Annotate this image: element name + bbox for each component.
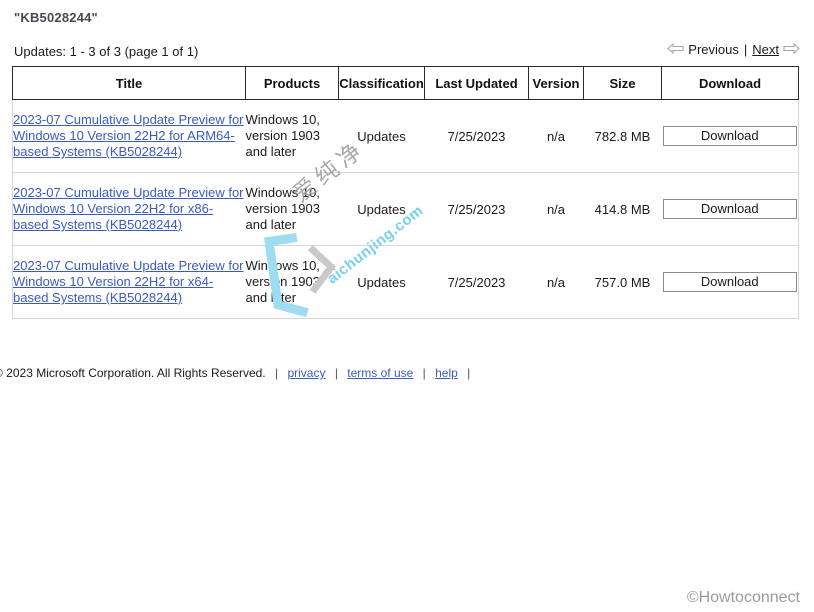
column-header-title[interactable]: Title bbox=[13, 67, 246, 100]
table-header-row: Title Products Classification Last Updat… bbox=[13, 67, 799, 100]
column-header-last-updated[interactable]: Last Updated bbox=[425, 67, 529, 100]
column-header-size[interactable]: Size bbox=[584, 67, 662, 100]
download-button[interactable]: Download bbox=[663, 199, 797, 219]
update-version-cell: n/a bbox=[529, 246, 584, 319]
privacy-link[interactable]: privacy bbox=[287, 366, 325, 380]
updates-count-label: Updates: 1 - 3 of 3 (page 1 of 1) bbox=[14, 44, 198, 59]
update-title-link[interactable]: 2023-07 Cumulative Update Preview for Wi… bbox=[13, 185, 244, 232]
update-download-cell: Download bbox=[662, 173, 799, 246]
footer-separator: | bbox=[329, 366, 344, 380]
update-last-updated-cell: 7/25/2023 bbox=[425, 246, 529, 319]
update-classification-cell: Updates bbox=[339, 246, 425, 319]
column-header-classification[interactable]: Classification bbox=[339, 67, 425, 100]
pagination-controls: Previous | Next bbox=[667, 42, 800, 57]
arrow-left-icon bbox=[667, 43, 684, 56]
update-size-cell: 414.8 MB bbox=[584, 173, 662, 246]
column-header-products[interactable]: Products bbox=[246, 67, 339, 100]
download-button[interactable]: Download bbox=[663, 272, 797, 292]
update-classification-cell: Updates bbox=[339, 100, 425, 173]
update-download-cell: Download bbox=[662, 100, 799, 173]
update-last-updated-cell: 7/25/2023 bbox=[425, 173, 529, 246]
previous-page-link[interactable]: Previous bbox=[688, 42, 739, 57]
update-products-cell: Windows 10, version 1903 and later bbox=[246, 173, 339, 246]
copyright-text: © 2023 Microsoft Corporation. All Rights… bbox=[0, 366, 266, 380]
update-last-updated-cell: 7/25/2023 bbox=[425, 100, 529, 173]
corner-watermark: ©Howtoconnect bbox=[687, 589, 800, 607]
update-classification-cell: Updates bbox=[339, 173, 425, 246]
update-title-cell: 2023-07 Cumulative Update Preview for Wi… bbox=[13, 246, 246, 319]
update-version-cell: n/a bbox=[529, 100, 584, 173]
update-products-cell: Windows 10, version 1903 and later bbox=[246, 246, 339, 319]
download-button[interactable]: Download bbox=[663, 126, 797, 146]
update-title-cell: 2023-07 Cumulative Update Preview for Wi… bbox=[13, 173, 246, 246]
page-title: "KB5028244" bbox=[14, 10, 98, 25]
page-footer: © 2023 Microsoft Corporation. All Rights… bbox=[0, 366, 476, 380]
update-products-cell: Windows 10, version 1903 and later bbox=[246, 100, 339, 173]
search-results-table: Title Products Classification Last Updat… bbox=[12, 66, 799, 319]
table-row: 2023-07 Cumulative Update Preview for Wi… bbox=[13, 100, 799, 173]
arrow-right-icon[interactable] bbox=[783, 43, 800, 56]
update-size-cell: 757.0 MB bbox=[584, 246, 662, 319]
help-link[interactable]: help bbox=[435, 366, 458, 380]
update-title-link[interactable]: 2023-07 Cumulative Update Preview for Wi… bbox=[13, 112, 244, 159]
table-row: 2023-07 Cumulative Update Preview for Wi… bbox=[13, 246, 799, 319]
update-title-link[interactable]: 2023-07 Cumulative Update Preview for Wi… bbox=[13, 258, 244, 305]
footer-separator: | bbox=[269, 366, 284, 380]
next-page-link[interactable]: Next bbox=[752, 42, 779, 57]
summary-row: Updates: 1 - 3 of 3 (page 1 of 1) Previo… bbox=[14, 44, 800, 62]
update-title-cell: 2023-07 Cumulative Update Preview for Wi… bbox=[13, 100, 246, 173]
column-header-download[interactable]: Download bbox=[662, 67, 799, 100]
pager-separator: | bbox=[743, 42, 748, 57]
column-header-version[interactable]: Version bbox=[529, 67, 584, 100]
update-download-cell: Download bbox=[662, 246, 799, 319]
footer-separator: | bbox=[417, 366, 432, 380]
update-size-cell: 782.8 MB bbox=[584, 100, 662, 173]
table-row: 2023-07 Cumulative Update Preview for Wi… bbox=[13, 173, 799, 246]
terms-of-use-link[interactable]: terms of use bbox=[347, 366, 413, 380]
footer-separator: | bbox=[461, 366, 476, 380]
update-version-cell: n/a bbox=[529, 173, 584, 246]
